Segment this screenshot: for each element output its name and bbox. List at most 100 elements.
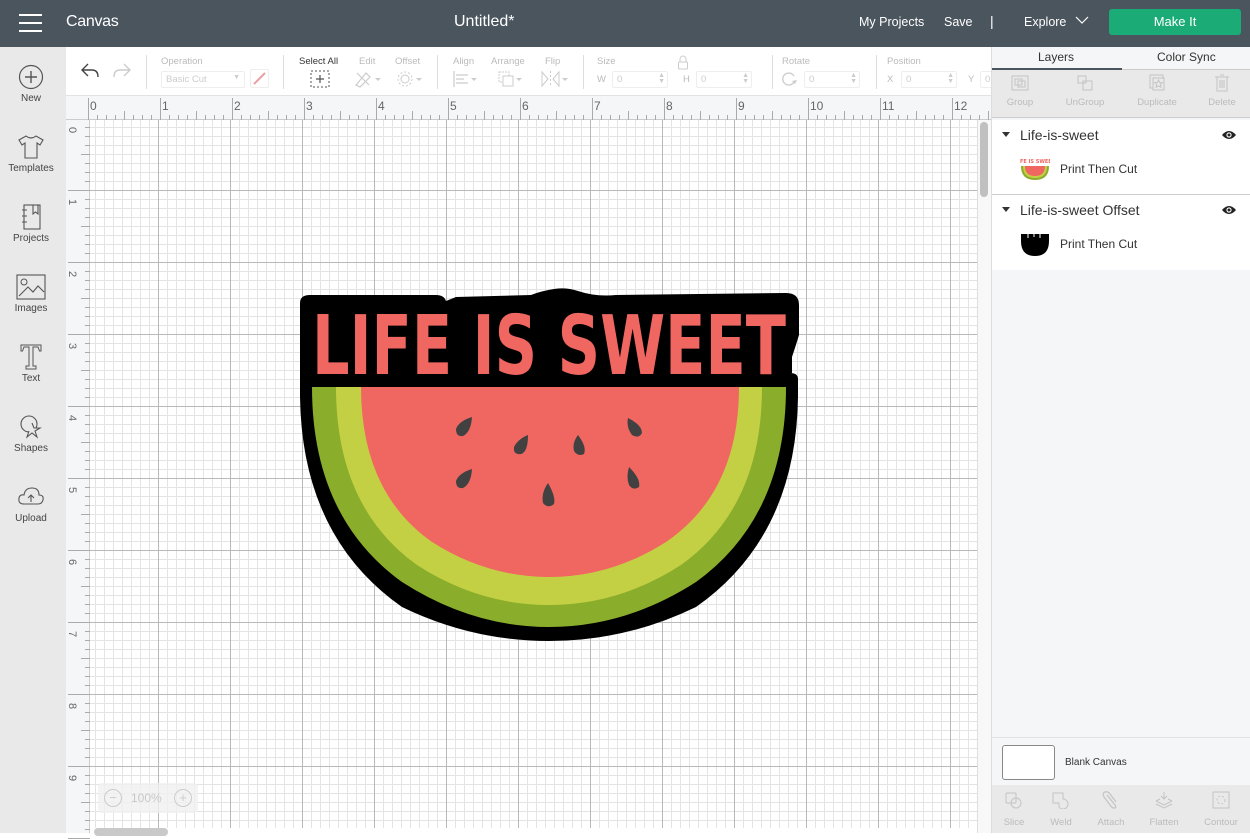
ruler-major-tick — [376, 98, 377, 120]
sidebar-item-upload[interactable]: Upload — [0, 484, 62, 524]
edit-icon[interactable] — [354, 70, 382, 88]
life-is-sweet-artwork[interactable]: LIFE IS SWEET — [296, 287, 802, 641]
collapse-triangle-icon[interactable] — [1002, 207, 1010, 212]
ruler-tick-label: 3 — [306, 99, 313, 113]
life-is-sweet-text[interactable]: LIFE IS SWEET — [312, 299, 786, 394]
slice-button[interactable]: Slice — [990, 791, 1038, 828]
ruler-major-tick — [592, 98, 593, 120]
lock-icon[interactable] — [676, 55, 690, 71]
tab-layers[interactable]: Layers — [1038, 50, 1074, 64]
vertical-scroll-thumb[interactable] — [980, 122, 988, 197]
sidebar-item-text[interactable]: Text — [0, 344, 62, 384]
width-value: 0 — [617, 74, 623, 85]
sidebar-label: New — [20, 93, 41, 104]
chevron-down-icon[interactable] — [1075, 15, 1089, 25]
height-label: H — [683, 74, 690, 85]
ruler-minor-tick — [81, 514, 90, 515]
explore-link[interactable]: Explore — [1024, 15, 1066, 29]
sidebar-item-shapes[interactable]: Shapes — [0, 414, 62, 454]
position-label: Position — [887, 56, 921, 67]
group-button[interactable]: Group — [990, 74, 1050, 108]
flatten-button[interactable]: Flatten — [1140, 791, 1188, 828]
sidebar-label: Images — [14, 303, 48, 314]
arrange-icon[interactable] — [497, 70, 525, 88]
ruler-minor-tick — [81, 802, 90, 803]
sidebar-item-projects[interactable]: Projects — [0, 204, 62, 244]
ungroup-button[interactable]: UnGroup — [1055, 74, 1115, 108]
ruler-tick-label: 7 — [594, 99, 601, 113]
sidebar-item-new[interactable]: New — [0, 64, 62, 104]
layer-name[interactable]: Life-is-sweet — [1020, 127, 1099, 143]
collapse-triangle-icon[interactable] — [1002, 132, 1010, 137]
ruler-minor-tick — [85, 829, 90, 830]
undo-icon[interactable] — [80, 62, 100, 80]
toolbar-divider — [772, 55, 773, 89]
spinner-icon[interactable]: ▲ ▼ — [850, 72, 857, 85]
document-title[interactable]: Untitled* — [454, 13, 514, 31]
select-all-label[interactable]: Select All — [299, 56, 338, 67]
height-value: 0 — [701, 74, 707, 85]
rotate-input[interactable]: 0 ▲ ▼ — [804, 71, 860, 88]
zoom-out-button[interactable]: − — [104, 789, 122, 807]
duplicate-button[interactable]: Duplicate — [1127, 74, 1187, 108]
ruler-major-tick — [68, 190, 90, 191]
align-icon[interactable] — [453, 70, 481, 88]
arrange-label: Arrange — [491, 56, 525, 67]
save-link[interactable]: Save — [944, 15, 973, 29]
image-icon — [16, 274, 46, 300]
ruler-major-tick — [232, 98, 233, 120]
sidebar-item-images[interactable]: Images — [0, 274, 62, 314]
sidebar-item-templates[interactable]: Templates — [0, 134, 62, 174]
eye-icon[interactable] — [1221, 129, 1237, 141]
layer-group-life-is-sweet[interactable]: Life-is-sweet LIFE IS SWEET Print Then C… — [992, 120, 1250, 195]
spinner-icon[interactable]: ▲ ▼ — [658, 72, 665, 85]
ruler-minor-tick — [81, 370, 90, 371]
spinner-icon[interactable]: ▲ ▼ — [947, 72, 954, 85]
ruler-minor-tick — [81, 298, 90, 299]
svg-text:LIFE IS SWEET: LIFE IS SWEET — [1020, 159, 1050, 165]
ruler-minor-tick — [81, 442, 90, 443]
attach-button[interactable]: Attach — [1087, 791, 1135, 828]
horizontal-scroll-thumb[interactable] — [94, 828, 168, 836]
x-input[interactable]: 0 ▲ ▼ — [901, 71, 957, 88]
layer-group-life-is-sweet-offset[interactable]: Life-is-sweet Offset Print Then Cut — [992, 195, 1250, 270]
height-input[interactable]: 0 ▲ ▼ — [696, 71, 752, 88]
operation-value: Basic Cut — [166, 74, 207, 85]
ruler-tick-label: 5 — [66, 486, 79, 494]
contour-button[interactable]: Contour — [1197, 791, 1245, 828]
ruler-tick-label: 7 — [66, 630, 79, 638]
width-label: W — [597, 74, 606, 85]
delete-button[interactable]: Delete — [1192, 74, 1250, 108]
left-sidebar: New Templates Projects Images Text Shape… — [0, 47, 66, 833]
width-input[interactable]: 0 ▲ ▼ — [612, 71, 668, 88]
ruler-tick-label: 10 — [810, 99, 824, 113]
ruler-minor-tick — [916, 111, 917, 120]
layer-name[interactable]: Life-is-sweet Offset — [1020, 202, 1140, 218]
ruler-minor-tick — [81, 658, 90, 659]
size-label: Size — [597, 56, 616, 67]
flip-icon[interactable] — [540, 70, 570, 88]
tab-color-sync[interactable]: Color Sync — [1157, 50, 1216, 64]
make-it-button[interactable]: Make It — [1109, 9, 1241, 35]
weld-icon — [1052, 792, 1069, 809]
line-color-swatch[interactable] — [250, 69, 269, 88]
weld-button[interactable]: Weld — [1037, 791, 1085, 828]
hamburger-icon[interactable] — [19, 14, 42, 32]
eye-icon[interactable] — [1221, 204, 1237, 216]
select-all-icon[interactable] — [310, 70, 330, 88]
sidebar-label: Upload — [15, 513, 47, 524]
edit-toolbar: Operation Basic Cut ▼ Select All Edit Off… — [66, 47, 1000, 96]
blank-canvas-row: Blank Canvas — [992, 737, 1250, 785]
ruler-major-tick — [448, 98, 449, 120]
operation-select[interactable]: Basic Cut ▼ — [161, 71, 245, 88]
offset-icon[interactable] — [396, 70, 424, 88]
spinner-icon[interactable]: ▲ ▼ — [742, 72, 749, 85]
vertical-scrollbar[interactable] — [977, 120, 991, 833]
blank-canvas-swatch[interactable] — [1002, 745, 1055, 780]
my-projects-link[interactable]: My Projects — [859, 15, 924, 29]
horizontal-ruler: 0 1 2 3 4 5 6 7 8 9 10 11 12 — [66, 96, 1016, 120]
ruler-tick-label: 2 — [234, 99, 241, 113]
zoom-in-button[interactable]: + — [174, 789, 192, 807]
ruler-major-tick — [952, 98, 953, 120]
redo-icon[interactable] — [112, 62, 132, 80]
